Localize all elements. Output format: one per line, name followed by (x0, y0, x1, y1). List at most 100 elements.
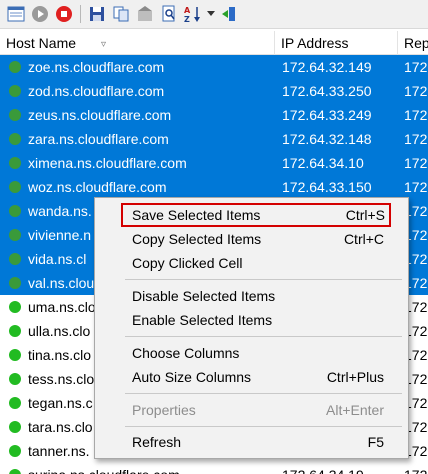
menu-item-copy-selected[interactable]: Copy Selected Items Ctrl+C (95, 227, 408, 251)
sort-indicator-icon: ▿ (101, 39, 107, 50)
context-menu: Save Selected Items Ctrl+S Copy Selected… (94, 197, 409, 459)
ip-cell: 172.64.32.148 (282, 131, 372, 147)
host-cell: vida.ns.cl (28, 251, 87, 267)
table-row[interactable]: zoe.ns.cloudflare.com 172.64.32.149 172 (0, 55, 428, 79)
status-icon (9, 349, 21, 361)
host-cell: tanner.ns. (28, 443, 90, 459)
ip-cell: 172.64.32.149 (282, 59, 372, 75)
menu-item-label: Disable Selected Items (132, 288, 276, 304)
copy-icon[interactable] (110, 3, 132, 25)
column-header-host-label: Host Name (6, 35, 77, 51)
column-header-ip-address[interactable]: IP Address (275, 31, 398, 55)
host-cell: val.ns.clou (28, 275, 95, 291)
table-row[interactable]: zod.ns.cloudflare.com 172.64.33.250 172 (0, 79, 428, 103)
sort-az-icon[interactable]: AZ (182, 3, 204, 25)
rep-cell: 172 (404, 59, 428, 75)
ip-cell: 172.64.33.150 (282, 179, 372, 195)
play-icon[interactable] (29, 3, 51, 25)
status-icon (9, 277, 21, 289)
menu-item-label: Choose Columns (132, 345, 240, 361)
rep-cell: 172 (404, 463, 428, 474)
host-cell: zoe.ns.cloudflare.com (28, 59, 165, 75)
table-row[interactable]: woz.ns.cloudflare.com 172.64.33.150 172 (0, 175, 428, 199)
rep-cell: 172 (404, 131, 428, 147)
status-icon (9, 133, 21, 145)
table-row[interactable]: ximena.ns.cloudflare.com 172.64.34.10 17… (0, 151, 428, 175)
host-cell: tegan.ns.c (28, 395, 93, 411)
menu-item-choose-columns[interactable]: Choose Columns (95, 341, 408, 365)
status-icon (9, 85, 21, 97)
menu-item-label: Properties (132, 402, 196, 418)
host-cell: uma.ns.clo (28, 299, 96, 315)
find-icon[interactable] (158, 3, 180, 25)
host-cell: woz.ns.cloudflare.com (28, 179, 167, 195)
properties-window-icon[interactable] (5, 3, 27, 25)
menu-separator (125, 426, 402, 427)
column-header: Host Name ▿ IP Address Rep (0, 31, 428, 55)
ip-cell: 172.64.34.10 (282, 155, 364, 171)
exit-icon[interactable] (218, 3, 240, 25)
menu-item-properties: Properties Alt+Enter (95, 398, 408, 422)
toolbar: AZ (0, 0, 428, 29)
menu-separator (125, 336, 402, 337)
host-cell: ulla.ns.clo (28, 323, 91, 339)
menu-item-save-selected[interactable]: Save Selected Items Ctrl+S (121, 203, 391, 227)
menu-separator (125, 279, 402, 280)
rep-cell: 172 (404, 107, 428, 123)
host-cell: zeus.ns.cloudflare.com (28, 107, 172, 123)
menu-item-shortcut: Ctrl+C (343, 231, 384, 247)
column-header-rep[interactable]: Rep (398, 31, 428, 55)
menu-separator (125, 393, 402, 394)
menu-item-label: Copy Selected Items (132, 231, 262, 247)
menu-item-label: Enable Selected Items (132, 312, 273, 328)
dropdown-arrow-icon[interactable] (206, 3, 216, 25)
status-icon (9, 253, 21, 265)
table-row[interactable]: surina.ns.cloudflare.com 172.64.34.19 17… (0, 463, 428, 474)
ip-cell: 172.64.33.250 (282, 83, 372, 99)
status-icon (9, 421, 21, 433)
status-icon (9, 61, 21, 73)
host-cell: ximena.ns.cloudflare.com (28, 155, 187, 171)
host-cell: tess.ns.clo (28, 371, 95, 387)
host-cell: tina.ns.clo (28, 347, 92, 363)
save-icon[interactable] (86, 3, 108, 25)
status-icon (9, 397, 21, 409)
table-row[interactable]: zara.ns.cloudflare.com 172.64.32.148 172 (0, 127, 428, 151)
column-header-ip-label: IP Address (281, 35, 349, 51)
status-icon (9, 373, 21, 385)
menu-item-shortcut: F5 (367, 434, 384, 450)
status-icon (9, 181, 21, 193)
menu-item-auto-size-columns[interactable]: Auto Size Columns Ctrl+Plus (95, 365, 408, 389)
column-header-rep-label: Rep (404, 35, 428, 51)
svg-text:Z: Z (184, 15, 190, 23)
host-cell: zara.ns.cloudflare.com (28, 131, 169, 147)
status-icon (9, 325, 21, 337)
stop-icon[interactable] (53, 3, 75, 25)
host-cell: wanda.ns. (28, 203, 92, 219)
host-cell: zod.ns.cloudflare.com (28, 83, 165, 99)
rep-cell: 172 (404, 179, 428, 195)
status-icon (9, 301, 21, 313)
status-icon (9, 157, 21, 169)
menu-item-enable-selected[interactable]: Enable Selected Items (95, 308, 408, 332)
menu-item-shortcut: Alt+Enter (326, 402, 384, 418)
html-report-icon[interactable] (134, 3, 156, 25)
menu-item-refresh[interactable]: Refresh F5 (95, 430, 408, 454)
menu-item-label: Auto Size Columns (132, 369, 252, 385)
status-icon (9, 445, 21, 457)
menu-item-label: Copy Clicked Cell (132, 255, 243, 271)
status-icon (9, 109, 21, 121)
host-cell: surina.ns.cloudflare.com (28, 463, 180, 474)
menu-item-label: Refresh (132, 434, 182, 450)
status-icon (9, 205, 21, 217)
rep-cell: 172 (404, 155, 428, 171)
status-icon (9, 229, 21, 241)
column-header-host-name[interactable]: Host Name ▿ (0, 31, 275, 55)
menu-item-copy-clicked-cell[interactable]: Copy Clicked Cell (95, 251, 408, 275)
ip-cell: 172.64.33.249 (282, 107, 372, 123)
ip-cell: 172.64.34.19 (282, 463, 398, 474)
menu-item-disable-selected[interactable]: Disable Selected Items (95, 284, 408, 308)
table-row[interactable]: zeus.ns.cloudflare.com 172.64.33.249 172 (0, 103, 428, 127)
host-cell: vivienne.n (28, 227, 92, 243)
toolbar-separator (80, 5, 81, 23)
